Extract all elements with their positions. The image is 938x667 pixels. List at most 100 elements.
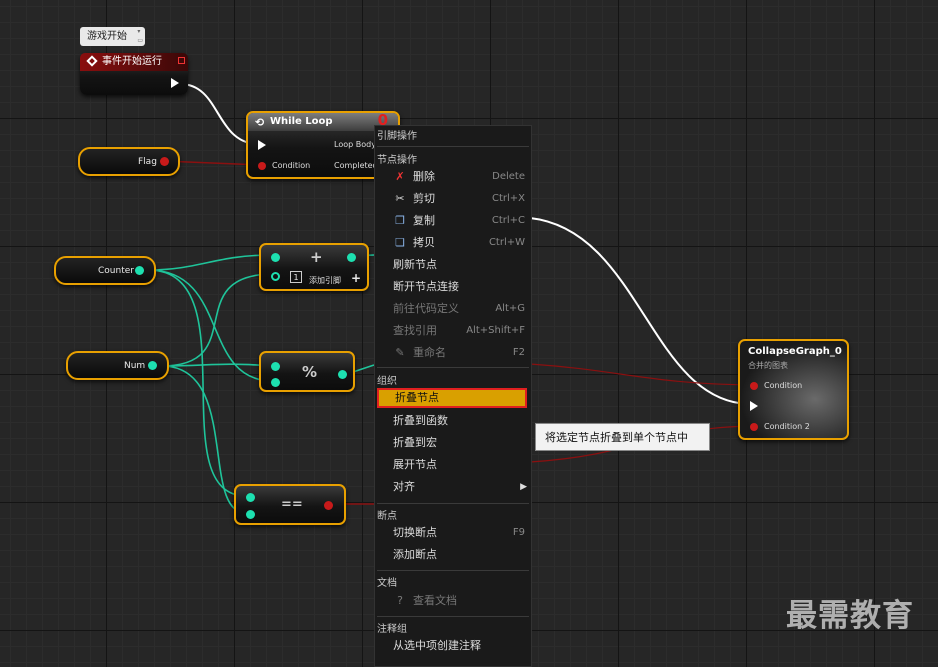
menu-item-add-breakpoint[interactable]: 添加断点 (393, 545, 527, 565)
scissors-icon: ✂ (395, 192, 405, 205)
menu-item-find-label: 查找引用 (393, 324, 437, 337)
menu-item-toggle-bp-shortcut: F9 (512, 527, 525, 538)
menu-item-goto-definition[interactable]: 前往代码定义 Alt+G (393, 299, 527, 319)
event-begin-play-node[interactable]: 事件开始运行 (80, 53, 188, 95)
collapse-graph-title: CollapseGraph_0 (748, 346, 842, 357)
menu-separator (377, 503, 529, 504)
add-out-pin[interactable] (347, 253, 356, 262)
add-pin-label[interactable]: 添加引脚 (309, 275, 341, 286)
eq-op-label: == (281, 497, 303, 512)
menu-item-goto-shortcut: Alt+G (495, 303, 525, 314)
while-loop-title: While Loop (270, 116, 333, 127)
add-in-b-pin[interactable] (271, 272, 280, 281)
menu-item-create-comment-label: 从选中项创建注释 (393, 639, 481, 652)
event-node-header: 事件开始运行 (80, 53, 188, 71)
collapse-exec-in-pin[interactable] (750, 401, 758, 411)
menu-item-find-references[interactable]: 查找引用 Alt+Shift+F (393, 321, 527, 341)
flag-out-pin[interactable] (160, 157, 169, 166)
flag-variable-node[interactable]: Flag (78, 147, 180, 176)
menu-separator (377, 570, 529, 571)
add-in-a-pin[interactable] (271, 253, 280, 262)
menu-item-collapse-to-function[interactable]: 折叠到函数 (393, 411, 527, 431)
menu-item-view-docs-label: 查看文档 (413, 594, 457, 607)
while-exec-in-pin[interactable] (258, 140, 266, 150)
menu-item-expand-node[interactable]: 展开节点 (393, 455, 527, 475)
mod-op-label: % (302, 363, 318, 381)
modulo-node[interactable]: % (259, 351, 355, 392)
menu-item-duplicate-shortcut: Ctrl+W (488, 237, 525, 248)
event-exec-out-pin[interactable] (171, 78, 179, 88)
mod-out-pin[interactable] (338, 370, 347, 379)
menu-item-rename-shortcut: F2 (512, 347, 525, 358)
while-loop-body-label: Loop Body (334, 140, 376, 149)
collapse-graph-node[interactable]: CollapseGraph_0 合并的图表 Condition Conditio… (738, 339, 849, 440)
menu-separator (377, 367, 529, 368)
menu-section-breakpoints: 断点 (377, 511, 397, 522)
menu-item-view-docs[interactable]: ? 查看文档 (393, 591, 527, 611)
counter-label: Counter (98, 265, 134, 276)
menu-item-collapse-label: 折叠节点 (395, 391, 439, 404)
menu-section-organize: 组织 (377, 376, 397, 387)
collapse-condition-label: Condition (764, 381, 803, 390)
comment-bubble[interactable]: 游戏开始 ▾ ▭ (80, 27, 145, 46)
context-menu: 引脚操作 节点操作 ✗ 删除 Delete ✂ 剪切 Ctrl+X ❐ 复制 Ctrl… (374, 125, 532, 667)
menu-section-comment-group: 注释组 (377, 624, 407, 635)
menu-item-cut[interactable]: ✂ 剪切 Ctrl+X (393, 189, 527, 209)
menu-item-rename[interactable]: ✎ 重命名 F2 (393, 343, 527, 363)
menu-item-add-bp-label: 添加断点 (393, 548, 437, 561)
mod-in-a-pin[interactable] (271, 362, 280, 371)
menu-item-copy[interactable]: ❐ 复制 Ctrl+C (393, 211, 527, 231)
menu-item-break-links[interactable]: 断开节点连接 (393, 277, 527, 297)
copy-icon: ❐ (395, 214, 405, 227)
flag-label: Flag (138, 156, 157, 167)
add-op-label: + (310, 248, 323, 266)
menu-item-toggle-breakpoint[interactable]: 切换断点 F9 (393, 523, 527, 543)
mod-in-b-pin[interactable] (271, 378, 280, 387)
help-icon: ? (397, 594, 403, 607)
equal-node[interactable]: == (234, 484, 346, 525)
add-pin-plus-icon[interactable]: + (351, 271, 361, 285)
menu-item-delete-shortcut: Delete (492, 171, 525, 182)
menu-section-node-actions: 节点操作 (377, 155, 417, 166)
collapse-condition2-label: Condition 2 (764, 422, 810, 431)
menu-item-refresh-node[interactable]: 刷新节点 (393, 255, 527, 275)
while-condition-label: Condition (272, 161, 311, 170)
menu-item-toggle-bp-label: 切换断点 (393, 526, 437, 539)
pin-icon[interactable]: ▾ ▭ (137, 27, 143, 45)
menu-item-align-label: 对齐 (393, 480, 415, 493)
menu-separator (377, 146, 529, 147)
eq-out-pin[interactable] (324, 501, 333, 510)
menu-item-align[interactable]: 对齐 ▶ (393, 477, 527, 497)
add-node[interactable]: + 1 添加引脚 + (259, 243, 369, 291)
while-condition-pin[interactable] (258, 162, 266, 170)
duplicate-icon: ❏ (395, 236, 405, 249)
num-out-pin[interactable] (148, 361, 157, 370)
num-label: Num (124, 360, 146, 371)
menu-item-copy-shortcut: Ctrl+C (491, 215, 525, 226)
delegate-pin[interactable] (178, 57, 185, 64)
delete-icon: ✗ (395, 170, 405, 183)
collapse-condition-pin[interactable] (750, 382, 758, 390)
menu-section-documentation: 文档 (377, 578, 397, 589)
eq-in-b-pin[interactable] (246, 510, 255, 519)
submenu-arrow-icon: ▶ (520, 482, 527, 492)
menu-separator (377, 616, 529, 617)
menu-item-delete-label: 删除 (413, 170, 435, 183)
menu-item-collapse-func-label: 折叠到函数 (393, 414, 448, 427)
menu-item-break-links-label: 断开节点连接 (393, 280, 459, 293)
menu-item-find-shortcut: Alt+Shift+F (466, 325, 525, 336)
menu-item-create-comment[interactable]: 从选中项创建注释 (393, 636, 527, 656)
menu-item-duplicate[interactable]: ❏ 拷贝 Ctrl+W (393, 233, 527, 253)
counter-out-pin[interactable] (135, 266, 144, 275)
num-variable-node[interactable]: Num (66, 351, 169, 380)
menu-item-expand-label: 展开节点 (393, 458, 437, 471)
menu-item-goto-label: 前往代码定义 (393, 302, 459, 315)
rename-icon: ✎ (395, 346, 405, 359)
menu-item-collapse-nodes[interactable]: 折叠节点 (377, 388, 527, 408)
eq-in-a-pin[interactable] (246, 493, 255, 502)
menu-item-delete[interactable]: ✗ 删除 Delete (393, 167, 527, 187)
collapse-condition2-pin[interactable] (750, 423, 758, 431)
menu-header-pin-actions: 引脚操作 (377, 131, 417, 142)
menu-item-collapse-to-macro[interactable]: 折叠到宏 (393, 433, 527, 453)
counter-variable-node[interactable]: Counter (54, 256, 156, 285)
